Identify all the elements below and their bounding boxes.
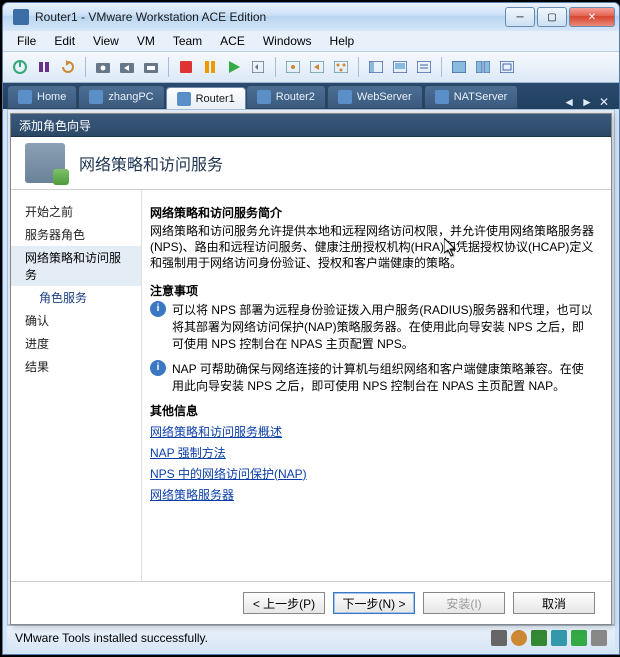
link-nps-overview[interactable]: 网络策略和访问服务概述 [150,423,595,440]
tab-close-icon[interactable]: ✕ [599,95,609,109]
next-button[interactable]: 下一步(N) > [333,592,415,614]
sidebar-icon[interactable] [365,56,387,78]
nav-nps[interactable]: 网络策略和访问服务 [11,246,141,286]
vm-icon [257,90,271,104]
info-icon: i [150,301,166,317]
close-button[interactable]: ✕ [569,7,615,27]
intro-title: 网络策略和访问服务简介 [150,204,595,221]
statusbar: VMware Tools installed successfully. [7,625,615,650]
app-window: Router1 - VMware Workstation ACE Edition… [2,2,620,655]
reset-icon[interactable] [57,56,79,78]
vm-icon [89,90,103,104]
wizard-nav: 开始之前 服务器角色 网络策略和访问服务 角色服务 确认 进度 结果 [11,190,141,581]
snapshot-icon[interactable] [92,56,114,78]
info-icon: i [150,360,166,376]
minimize-button[interactable]: ─ [505,7,535,27]
nav-role-services[interactable]: 角色服务 [11,286,141,309]
wizard-header: 网络策略和访问服务 [11,137,611,190]
menu-windows[interactable]: Windows [255,32,320,50]
floppy-icon[interactable] [531,630,547,646]
suspend-icon[interactable] [33,56,55,78]
vm-icon [177,92,191,106]
nav-progress[interactable]: 进度 [11,332,141,355]
toolbar [3,51,619,83]
cd-icon[interactable] [511,630,527,646]
hdd-icon[interactable] [491,630,507,646]
pause-icon[interactable] [199,56,221,78]
quick-switch-icon[interactable] [472,56,494,78]
sound-icon[interactable] [571,630,587,646]
tab-navigation: ◄ ► ✕ [557,95,615,109]
menu-vm[interactable]: VM [129,32,163,50]
nav-results[interactable]: 结果 [11,355,141,378]
window-title: Router1 - VMware Workstation ACE Edition [35,10,505,24]
team-reset-icon[interactable] [247,56,269,78]
titlebar: Router1 - VMware Workstation ACE Edition… [3,3,619,31]
status-text: VMware Tools installed successfully. [15,631,208,645]
nav-confirm[interactable]: 确认 [11,309,141,332]
tab-router2[interactable]: Router2 [246,85,326,109]
power-on-icon[interactable] [9,56,31,78]
usb-icon[interactable] [591,630,607,646]
fullscreen-icon[interactable] [448,56,470,78]
menu-ace[interactable]: ACE [212,32,253,50]
notes-title: 注意事项 [150,282,595,299]
tab-natserver[interactable]: NATServer [424,85,519,109]
manager-icon[interactable] [330,56,352,78]
wizard-heading: 网络策略和访问服务 [79,151,223,175]
menu-view[interactable]: View [85,32,127,50]
tab-webserver[interactable]: WebServer [327,85,423,109]
wizard-icon [25,143,65,183]
snapshot2-icon[interactable] [282,56,304,78]
play-icon[interactable] [223,56,245,78]
wizard-buttons: < 上一步(P) 下一步(N) > 安装(I) 取消 [11,581,611,624]
note-2: NAP 可帮助确保与网络连接的计算机与组织网络和客户端健康策略兼容。在使用此向导… [172,360,595,394]
home-icon [18,90,32,104]
nav-before-begin[interactable]: 开始之前 [11,200,141,223]
tab-zhangpc[interactable]: zhangPC [78,85,164,109]
tab-home[interactable]: Home [7,85,77,109]
summary-icon[interactable] [413,56,435,78]
revert-icon[interactable] [116,56,138,78]
nav-server-roles[interactable]: 服务器角色 [11,223,141,246]
wizard-main: 网络策略和访问服务简介 网络策略和访问服务允许提供本地和远程网络访问权限，并允许… [141,190,611,581]
vm-tabbar: Home zhangPC Router1 Router2 WebServer N… [3,83,619,109]
manage-icon[interactable] [140,56,162,78]
note-1: 可以将 NPS 部署为远程身份验证拨入用户服务(RADIUS)服务器和代理，也可… [172,301,595,352]
vm-icon [435,90,449,104]
wizard-title: 添加角色向导 [11,114,611,137]
prev-button[interactable]: < 上一步(P) [243,592,325,614]
console-icon[interactable] [389,56,411,78]
vm-icon [338,90,352,104]
stop-icon[interactable] [175,56,197,78]
menu-help[interactable]: Help [322,32,363,50]
cancel-button[interactable]: 取消 [513,592,595,614]
link-nap-in-nps[interactable]: NPS 中的网络访问保护(NAP) [150,465,595,482]
app-icon [13,9,29,25]
menu-edit[interactable]: Edit [46,32,83,50]
network-icon[interactable] [551,630,567,646]
menu-team[interactable]: Team [165,32,210,50]
wizard-window: 添加角色向导 网络策略和访问服务 开始之前 服务器角色 网络策略和访问服务 角色… [10,113,612,625]
menubar: File Edit View VM Team ACE Windows Help [3,31,619,51]
link-nps-server[interactable]: 网络策略服务器 [150,486,595,503]
tab-router1[interactable]: Router1 [166,87,246,110]
vm-console: 添加角色向导 网络策略和访问服务 开始之前 服务器角色 网络策略和访问服务 角色… [7,109,615,625]
install-button[interactable]: 安装(I) [423,592,505,614]
intro-text: 网络策略和访问服务允许提供本地和远程网络访问权限，并允许使用网络策略服务器(NP… [150,223,595,272]
unity-icon[interactable] [496,56,518,78]
link-nap-enforcement[interactable]: NAP 强制方法 [150,444,595,461]
revert2-icon[interactable] [306,56,328,78]
maximize-button[interactable]: ▢ [537,7,567,27]
tab-prev-icon[interactable]: ◄ [563,95,575,109]
tab-next-icon[interactable]: ► [581,95,593,109]
menu-file[interactable]: File [9,32,44,50]
other-title: 其他信息 [150,402,595,419]
